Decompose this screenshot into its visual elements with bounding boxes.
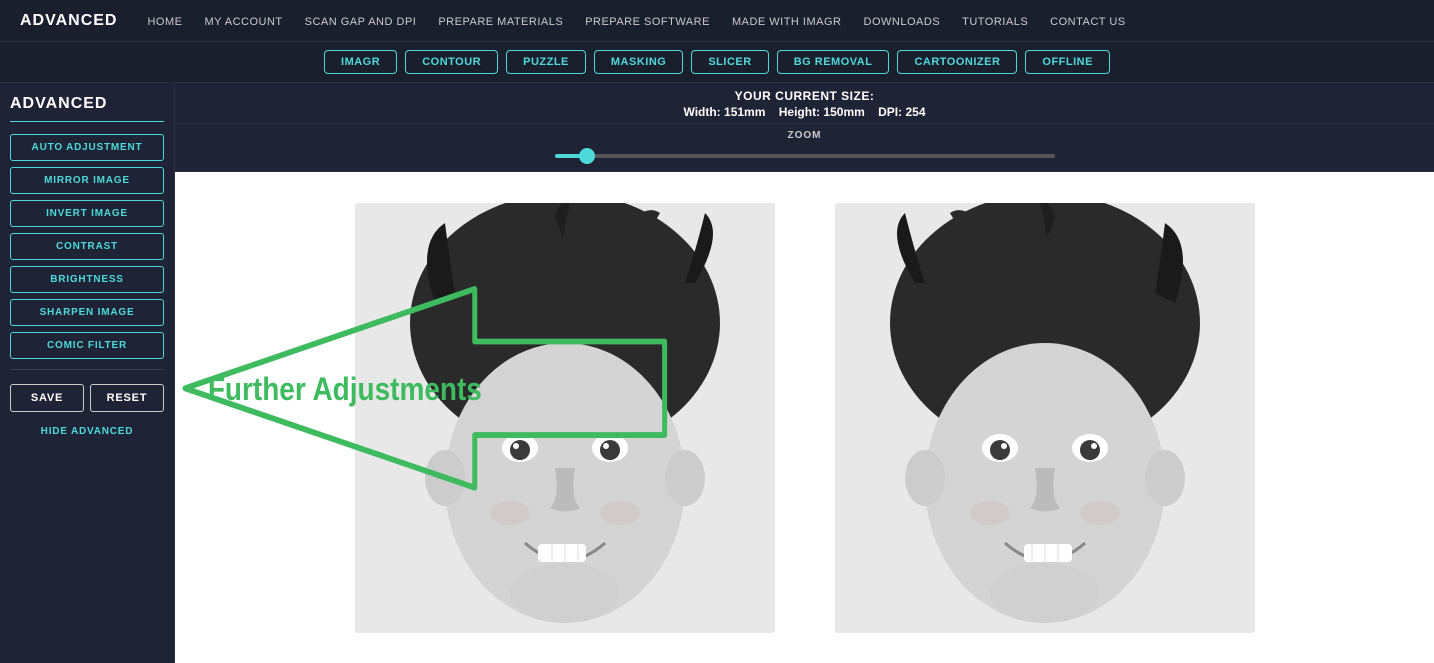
image-right xyxy=(835,203,1255,633)
sidebar-btn-brightness[interactable]: BRIGHTNESS xyxy=(10,266,164,293)
tab-contour[interactable]: CONTOUR xyxy=(405,50,498,74)
tab-puzzle[interactable]: PUZZLE xyxy=(506,50,586,74)
nav-link-my-account[interactable]: MY ACCOUNT xyxy=(204,16,282,28)
image-pair xyxy=(175,172,1434,663)
tab-imagr[interactable]: IMAGR xyxy=(324,50,397,74)
nav-link-home[interactable]: HOME xyxy=(147,16,182,28)
zoom-slider[interactable] xyxy=(555,154,1055,158)
width-value: 151mm xyxy=(724,105,765,119)
content-area: YOUR CURRENT SIZE: Width: 151mm Height: … xyxy=(175,83,1434,663)
height-label: Height: xyxy=(779,105,820,119)
sidebar-btn-auto-adjustment[interactable]: AUTO ADJUSTMENT xyxy=(10,134,164,161)
nav-link-scan-gap[interactable]: SCAN GAP AND DPI xyxy=(305,16,417,28)
size-info-bar: YOUR CURRENT SIZE: Width: 151mm Height: … xyxy=(175,83,1434,124)
brand-title: ADVANCED xyxy=(20,12,117,30)
nav-link-made-with[interactable]: MADE WITH IMAGR xyxy=(732,16,842,28)
dpi-value: 254 xyxy=(905,105,925,119)
tab-bg-removal[interactable]: BG REMOVAL xyxy=(777,50,890,74)
sidebar-divider xyxy=(10,369,164,370)
zoom-slider-container xyxy=(555,145,1055,163)
dpi-label: DPI: xyxy=(878,105,902,119)
width-label: Width: xyxy=(683,105,720,119)
sidebar-btn-sharpen-image[interactable]: SHARPEN IMAGE xyxy=(10,299,164,326)
tool-tabs-bar: IMAGR CONTOUR PUZZLE MASKING SLICER BG REMOVA… xyxy=(0,42,1434,83)
tab-slicer[interactable]: SLICER xyxy=(691,50,768,74)
nav-link-tutorials[interactable]: TUTORIALS xyxy=(962,16,1028,28)
main-layout: ADVANCED AUTO ADJUSTMENT MIRROR IMAGE INVE… xyxy=(0,83,1434,663)
zoom-label: ZOOM xyxy=(788,130,822,141)
height-value: 150mm xyxy=(823,105,864,119)
nav-link-downloads[interactable]: DOWNLOADS xyxy=(864,16,941,28)
sidebar-title: ADVANCED xyxy=(10,95,164,122)
sidebar-btn-invert-image[interactable]: INVERT IMAGE xyxy=(10,200,164,227)
zoom-bar: ZOOM xyxy=(175,124,1434,172)
sidebar: ADVANCED AUTO ADJUSTMENT MIRROR IMAGE INVE… xyxy=(0,83,175,663)
tab-offline[interactable]: OFFLINE xyxy=(1025,50,1110,74)
sidebar-btn-mirror-image[interactable]: MIRROR IMAGE xyxy=(10,167,164,194)
nav-links-list: HOME MY ACCOUNT SCAN GAP AND DPI PREPARE MA… xyxy=(147,12,1125,30)
reset-button[interactable]: RESET xyxy=(90,384,164,412)
image-canvas: Further Adjustments xyxy=(175,172,1434,663)
nav-link-contact[interactable]: CONTACT US xyxy=(1050,16,1126,28)
save-button[interactable]: SAVE xyxy=(10,384,84,412)
nav-link-prepare-software[interactable]: PREPARE SOFTWARE xyxy=(585,16,710,28)
size-title: YOUR CURRENT SIZE: xyxy=(175,89,1434,103)
size-values: Width: 151mm Height: 150mm DPI: 254 xyxy=(175,105,1434,119)
sidebar-btn-comic-filter[interactable]: COMIC FILTER xyxy=(10,332,164,359)
tab-masking[interactable]: MASKING xyxy=(594,50,683,74)
hide-advanced-button[interactable]: HIDE ADVANCED xyxy=(10,426,164,437)
sidebar-btn-contrast[interactable]: CONTRAST xyxy=(10,233,164,260)
action-buttons: SAVERESET xyxy=(10,384,164,412)
top-navigation: ADVANCED HOME MY ACCOUNT SCAN GAP AND DPI P… xyxy=(0,0,1434,42)
image-left xyxy=(355,203,775,633)
tab-cartoonizer[interactable]: CARTOONIZER xyxy=(897,50,1017,74)
face-svg-right xyxy=(835,203,1255,633)
nav-link-prepare-materials[interactable]: PREPARE MATERIALS xyxy=(438,16,563,28)
face-svg-left xyxy=(355,203,775,633)
